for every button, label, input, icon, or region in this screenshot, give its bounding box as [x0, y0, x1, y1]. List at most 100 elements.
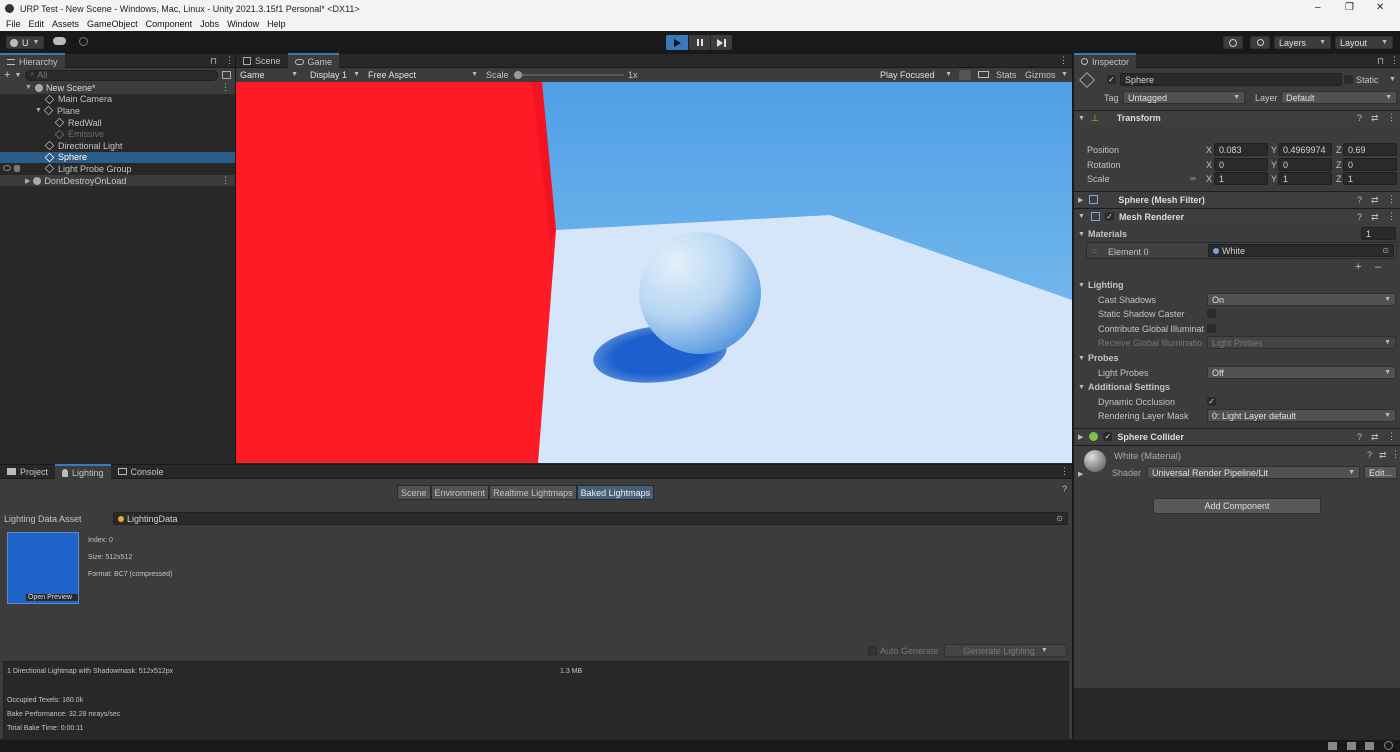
preset-icon[interactable]: ⇄ — [1371, 113, 1379, 124]
mesh-renderer-enabled-checkbox[interactable]: ✓ — [1104, 212, 1114, 221]
progress-icon[interactable] — [1328, 742, 1337, 750]
subtab-baked-lightmaps[interactable]: Baked Lightmaps — [576, 485, 655, 500]
position-y-field[interactable]: 0.4969974 — [1278, 143, 1332, 156]
pickable-hand-icon[interactable] — [14, 165, 20, 173]
drag-handle-icon[interactable]: = — [1092, 246, 1097, 256]
kebab-menu-icon[interactable]: ⋮ — [221, 175, 230, 186]
element-material-field[interactable]: White ⊙ — [1208, 244, 1394, 257]
kebab-menu-icon[interactable]: ⋮ — [1387, 211, 1396, 222]
chevron-down-icon[interactable]: ▼ — [1078, 355, 1085, 362]
cast-shadows-dropdown[interactable]: On ▼ — [1207, 293, 1396, 306]
chevron-right-icon[interactable]: ▶ — [1078, 196, 1083, 204]
tab-scene[interactable]: Scene — [236, 53, 288, 68]
shader-dropdown[interactable]: Universal Render Pipeline/Lit ▼ — [1147, 466, 1360, 479]
chevron-down-icon[interactable]: ▼ — [1078, 213, 1085, 220]
object-picker-icon[interactable]: ⊙ — [1056, 514, 1063, 523]
scale-slider[interactable] — [514, 71, 624, 79]
active-checkbox[interactable]: ✓ — [1107, 75, 1116, 84]
chevron-right-icon[interactable]: ▶ — [1078, 433, 1083, 441]
preset-icon[interactable]: ⇄ — [1371, 195, 1379, 206]
menu-help[interactable]: Help — [267, 19, 286, 29]
debug-mode-icon[interactable] — [1347, 742, 1356, 750]
tab-hierarchy[interactable]: Hierarchy — [0, 53, 65, 68]
preset-icon[interactable]: ⇄ — [1371, 212, 1379, 223]
scale-x-field[interactable]: 1 — [1214, 172, 1268, 185]
chevron-down-icon[interactable]: ▼ — [1078, 282, 1085, 289]
lock-icon[interactable]: ⊓ — [1377, 56, 1384, 67]
collab-icon[interactable] — [79, 37, 88, 46]
layout-dropdown[interactable]: Layout ▼ — [1335, 36, 1393, 49]
lightmap-thumbnail[interactable]: Open Preview — [7, 532, 79, 604]
tree-item-light-probe-group[interactable]: Light Probe Group — [0, 163, 235, 175]
menu-file[interactable]: File — [6, 19, 21, 29]
tree-item-directional-light[interactable]: Directional Light — [0, 140, 235, 152]
auto-generate-checkbox[interactable] — [868, 646, 877, 655]
materials-count-field[interactable]: 1 — [1361, 227, 1396, 240]
tree-item-plane[interactable]: ▼ Plane — [0, 105, 235, 117]
mesh-filter-header[interactable]: ▶ Sphere (Mesh Filter) ? ⇄ ⋮ — [1074, 191, 1400, 207]
sphere-collider-enabled-checkbox[interactable]: ✓ — [1103, 432, 1113, 441]
lock-icon[interactable]: ⊓ — [210, 56, 217, 67]
chevron-down-icon[interactable]: ▼ — [35, 107, 42, 114]
kebab-menu-icon[interactable]: ⋮ — [225, 55, 234, 66]
help-icon[interactable]: ? — [1357, 432, 1362, 442]
layer-dropdown[interactable]: Default ▼ — [1281, 91, 1397, 104]
tree-item-redwall[interactable]: RedWall — [0, 117, 235, 129]
position-z-field[interactable]: 0.69 — [1343, 143, 1397, 156]
menu-window[interactable]: Window — [227, 19, 259, 29]
static-shadow-caster-checkbox[interactable] — [1207, 309, 1216, 318]
display-dropdown[interactable]: Display 1 ▼ — [306, 68, 364, 81]
step-button[interactable] — [710, 35, 732, 50]
scale-slider-thumb[interactable] — [514, 71, 522, 79]
help-icon[interactable]: ? — [1357, 212, 1362, 222]
add-button[interactable]: + — [4, 69, 10, 81]
help-icon[interactable]: ? — [1357, 113, 1362, 123]
mesh-renderer-header[interactable]: ▼ ✓ Mesh Renderer ? ⇄ ⋮ — [1074, 208, 1400, 224]
play-button[interactable] — [666, 35, 688, 50]
menu-component[interactable]: Component — [146, 19, 193, 29]
tag-dropdown[interactable]: Untagged ▼ — [1123, 91, 1245, 104]
kebab-menu-icon[interactable]: ⋮ — [1387, 431, 1396, 442]
chevron-down-icon[interactable]: ▼ — [1389, 76, 1396, 83]
dynamic-occlusion-checkbox[interactable]: ✓ — [1207, 397, 1216, 406]
subtab-realtime-lightmaps[interactable]: Realtime Lightmaps — [489, 485, 577, 500]
account-button[interactable]: U ▼ — [6, 36, 44, 49]
kebab-menu-icon[interactable]: ⋮ — [1060, 466, 1069, 477]
subtab-scene[interactable]: Scene — [397, 485, 431, 500]
aspect-dropdown[interactable]: Free Aspect ▼ — [364, 68, 482, 81]
help-icon[interactable]: ? — [1367, 450, 1372, 460]
kebab-menu-icon[interactable]: ⋮ — [1390, 55, 1399, 66]
open-preview-label[interactable]: Open Preview — [26, 594, 78, 601]
tree-item-emissive[interactable]: Emissive — [0, 128, 235, 140]
contribute-gi-checkbox[interactable] — [1207, 324, 1216, 333]
auto-refresh-icon[interactable] — [1384, 741, 1393, 750]
help-icon[interactable]: ? — [1357, 195, 1362, 205]
history-button[interactable] — [1223, 36, 1243, 49]
kebab-menu-icon[interactable]: ⋮ — [221, 82, 230, 93]
constrain-proportions-icon[interactable]: ∞ — [1190, 174, 1196, 183]
static-checkbox[interactable] — [1344, 75, 1353, 84]
menu-jobs[interactable]: Jobs — [200, 19, 219, 29]
lighting-data-asset-field[interactable]: LightingData ⊙ — [113, 512, 1068, 525]
cloud-icon[interactable] — [53, 37, 66, 45]
maximize-button[interactable]: ❐ — [1345, 2, 1354, 13]
search-button[interactable] — [1250, 36, 1270, 49]
minimize-button[interactable]: – — [1315, 2, 1321, 13]
tree-item-new-scene[interactable]: ▼ New Scene* ⋮ — [0, 82, 235, 94]
add-component-button[interactable]: Add Component — [1153, 498, 1321, 514]
hierarchy-search[interactable]: ⌕ All — [25, 69, 218, 81]
light-probes-dropdown[interactable]: Off ▼ — [1207, 366, 1396, 379]
visibility-eye-icon[interactable] — [3, 165, 11, 172]
add-element-button[interactable]: + — [1355, 261, 1361, 273]
generate-lighting-button[interactable]: Generate Lighting ▼ — [944, 644, 1067, 657]
chevron-down-icon[interactable]: ▼ — [1078, 231, 1085, 238]
gizmos-toggle[interactable]: Gizmos — [1025, 70, 1056, 80]
tab-lighting[interactable]: Lighting — [55, 464, 111, 479]
chevron-right-icon[interactable]: ▶ — [1078, 470, 1083, 478]
scene-visibility-icon[interactable] — [222, 71, 231, 79]
layers-dropdown[interactable]: Layers ▼ — [1274, 36, 1331, 49]
chevron-right-icon[interactable]: ▶ — [25, 177, 30, 185]
tab-inspector[interactable]: Inspector — [1074, 53, 1137, 68]
chevron-down-icon[interactable]: ▼ — [14, 72, 21, 79]
transform-header[interactable]: ▼ ⊥ Transform ? ⇄ ⋮ — [1074, 110, 1400, 125]
